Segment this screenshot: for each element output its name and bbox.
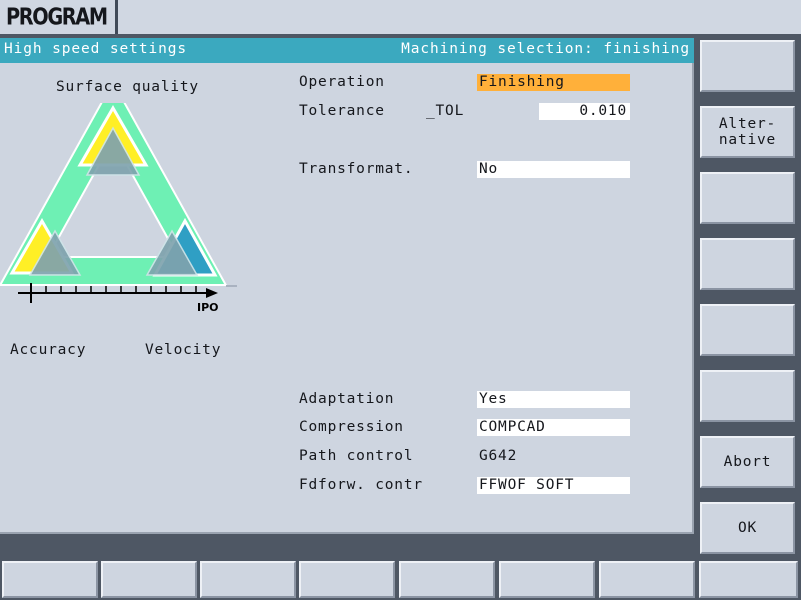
transformation-label: Transformat.	[299, 161, 414, 177]
softkey-vertical-1[interactable]	[700, 40, 795, 92]
main-content-panel: Surface quality IPO Accuracy Velocity Op…	[0, 63, 694, 534]
softkey-horizontal-3[interactable]	[200, 561, 296, 598]
ipo-axis-label: IPO	[197, 301, 219, 314]
compression-value[interactable]: COMPCAD	[477, 419, 630, 436]
operation-label: Operation	[299, 74, 385, 90]
softkey-vertical-4[interactable]	[700, 238, 795, 290]
adaptation-label: Adaptation	[299, 391, 395, 407]
feedforward-value[interactable]: FFWOF SOFT	[477, 477, 630, 494]
surface-quality-graphic: Surface quality IPO Accuracy Velocity	[0, 63, 280, 363]
cnc-screen: PROGRAM High speed settings Machining se…	[0, 0, 801, 600]
machining-selection-status: Machining selection: finishing	[401, 41, 690, 57]
status-bar-title: High speed settings	[4, 41, 187, 57]
decorative-dash	[226, 285, 237, 287]
softkey-ok[interactable]: OK	[700, 502, 795, 554]
softkey-vertical-5[interactable]	[700, 304, 795, 356]
adaptation-value[interactable]: Yes	[477, 391, 630, 408]
softkey-alternative[interactable]: Alter-native	[700, 106, 795, 158]
page-title: PROGRAM	[6, 3, 108, 30]
tolerance-sublabel: _TOL	[426, 103, 465, 119]
tolerance-label: Tolerance	[299, 103, 385, 119]
softkey-abort[interactable]: Abort	[700, 436, 795, 488]
softkey-horizontal-4[interactable]	[299, 561, 395, 598]
title-bar: PROGRAM	[0, 0, 801, 36]
graphic-title: Surface quality	[56, 79, 199, 95]
velocity-label: Velocity	[145, 342, 222, 358]
operation-value[interactable]: Finishing	[477, 74, 630, 91]
horizontal-softkey-bar	[0, 558, 801, 600]
accuracy-label: Accuracy	[10, 342, 87, 358]
path-control-label: Path control	[299, 448, 414, 464]
vertical-softkey-bar: Alter-native Abort OK	[694, 36, 801, 554]
softkey-horizontal-6[interactable]	[499, 561, 595, 598]
softkey-horizontal-1[interactable]	[2, 561, 98, 598]
softkey-vertical-3[interactable]	[700, 172, 795, 224]
softkey-horizontal-8[interactable]	[699, 561, 798, 598]
tolerance-value[interactable]: 0.010	[539, 103, 630, 120]
transformation-value[interactable]: No	[477, 161, 630, 178]
compression-label: Compression	[299, 419, 404, 435]
program-title-cell: PROGRAM	[0, 0, 118, 34]
softkey-horizontal-7[interactable]	[599, 561, 695, 598]
feedforward-label: Fdforw. contr	[299, 477, 423, 493]
softkey-horizontal-5[interactable]	[399, 561, 495, 598]
path-control-value[interactable]: G642	[477, 448, 630, 465]
softkey-vertical-6[interactable]	[700, 370, 795, 422]
quality-triangle-diagram: IPO	[0, 103, 228, 314]
softkey-horizontal-2[interactable]	[101, 561, 197, 598]
status-bar: High speed settings Machining selection:…	[0, 38, 694, 63]
